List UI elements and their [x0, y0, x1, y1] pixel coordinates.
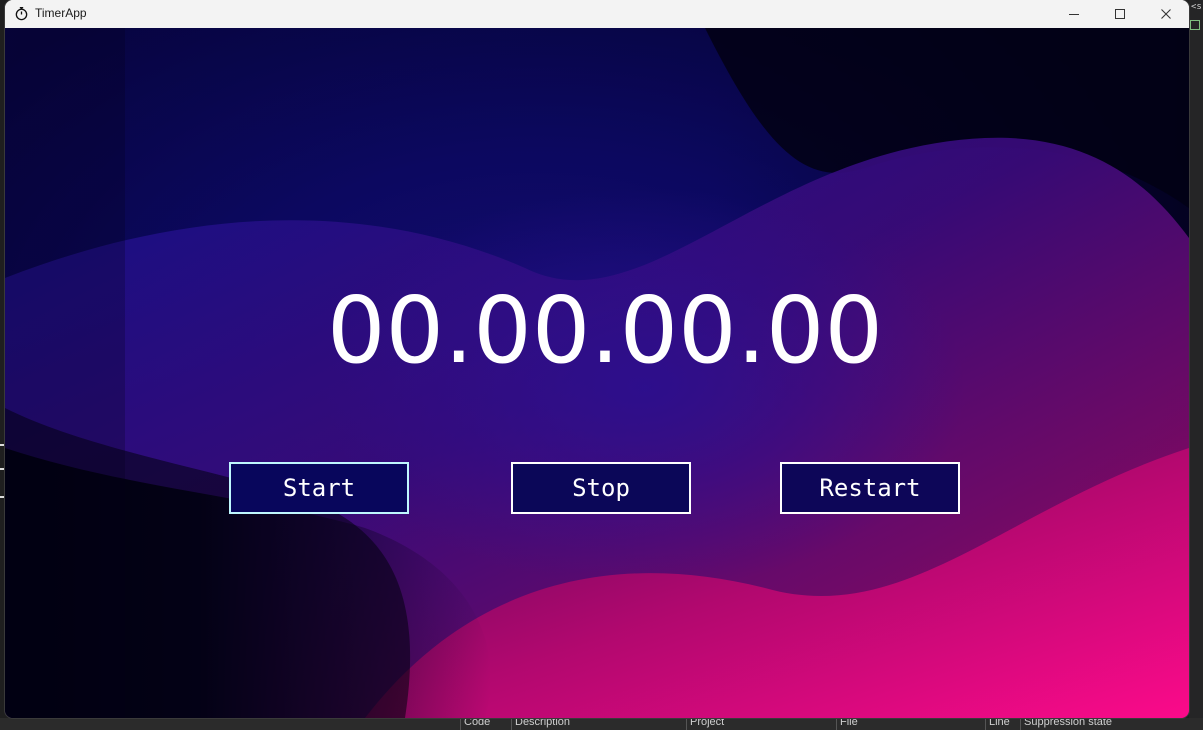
window-title: TimerApp — [35, 6, 87, 20]
ide-fragment-text: <s — [1191, 2, 1202, 12]
minimize-icon — [1069, 14, 1079, 15]
ide-right-strip: <s — [1189, 0, 1203, 730]
ide-fragment-icon — [1190, 20, 1200, 30]
timer-display: 00.00.00.00 — [327, 277, 883, 384]
close-icon — [1161, 9, 1171, 19]
stop-button[interactable]: Stop — [511, 462, 691, 514]
restart-button[interactable]: Restart — [780, 462, 960, 514]
minimize-button[interactable] — [1051, 0, 1097, 28]
stopwatch-icon — [15, 7, 28, 21]
timer-client-area: 00.00.00.00 Start Stop Restart — [5, 28, 1189, 718]
maximize-button[interactable] — [1097, 0, 1143, 28]
start-button[interactable]: Start — [229, 462, 409, 514]
app-window: TimerApp 00.00.00.00 Start Stop Restart — [5, 0, 1189, 718]
ide-error-list-header: Code Description Project File Line Suppr… — [0, 715, 1203, 730]
title-bar[interactable]: TimerApp — [5, 0, 1189, 28]
close-button[interactable] — [1143, 0, 1189, 28]
maximize-icon — [1115, 9, 1125, 19]
